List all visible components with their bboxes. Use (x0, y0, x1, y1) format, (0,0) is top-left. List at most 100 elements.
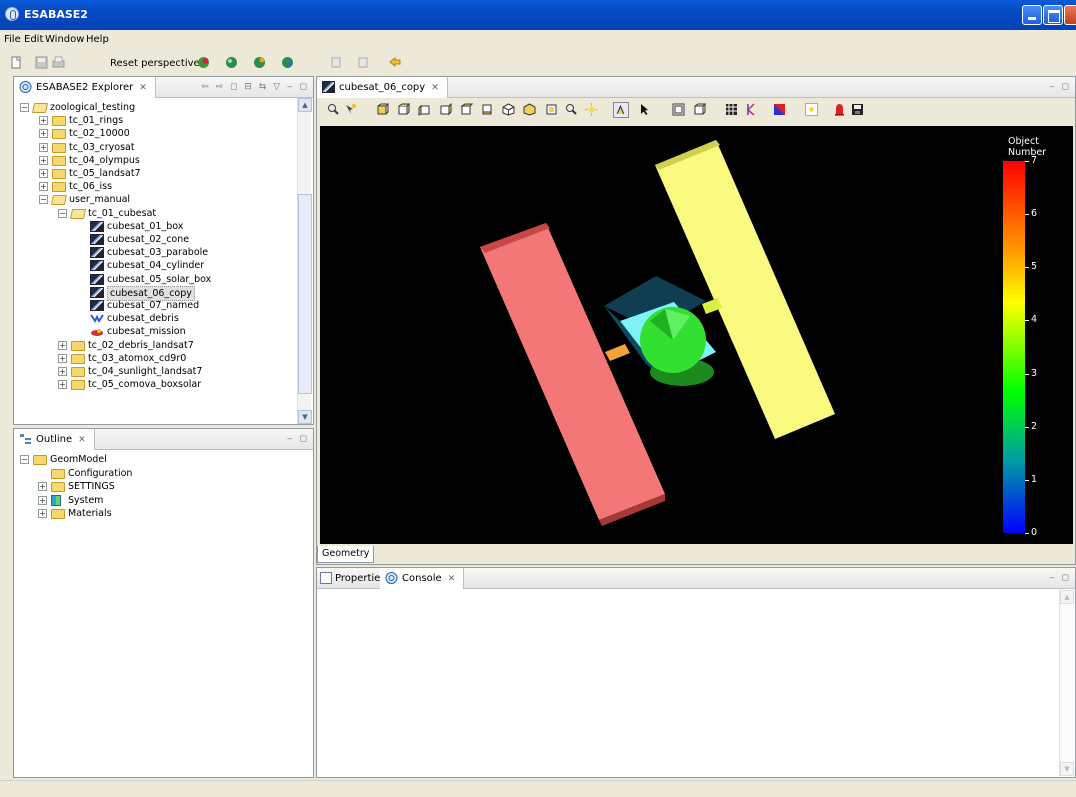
explorer-scrollbar[interactable]: ▲ ▼ (297, 98, 312, 424)
scroll-up-icon[interactable]: ▲ (1060, 590, 1074, 604)
tree-item[interactable]: + tc_01_rings (18, 114, 288, 127)
expand-icon[interactable]: + (58, 367, 67, 376)
geometry-3d-view[interactable]: Object Number 7 6 5 4 3 2 1 0 (320, 126, 1073, 544)
expand-icon[interactable]: + (39, 182, 48, 192)
tree-item[interactable]: + tc_05_comova_boxsolar (18, 378, 288, 391)
menu-window[interactable]: Window (45, 34, 84, 45)
close-tab-icon[interactable]: ✕ (448, 574, 456, 584)
collapse-icon[interactable]: − (39, 195, 48, 205)
view-left-icon[interactable] (418, 103, 431, 116)
back-arrow-icon[interactable] (388, 56, 401, 69)
tab-console[interactable]: Console ✕ (380, 568, 465, 589)
console-view-controls[interactable]: ‒ ◻ (1049, 573, 1071, 583)
wireframe-icon[interactable] (672, 103, 685, 116)
tab-cubesat-06-copy[interactable]: cubesat_06_copy ✕ (317, 77, 448, 98)
tree-item[interactable]: − tc_01_cubesat (18, 207, 288, 220)
expand-icon[interactable]: + (39, 155, 48, 165)
tree-item[interactable]: + tc_02_10000 (18, 127, 288, 140)
tab-esabase2-explorer[interactable]: ESABASE2 Explorer ✕ (14, 77, 156, 98)
expand-icon[interactable]: + (38, 495, 47, 505)
expand-icon[interactable]: + (39, 116, 48, 126)
tree-item[interactable]: + tc_02_debris_landsat7 (18, 339, 288, 352)
save-icon[interactable] (35, 56, 48, 69)
close-button[interactable] (1064, 5, 1076, 25)
tree-item[interactable]: Configuration (18, 467, 288, 480)
run-orange-icon[interactable] (253, 56, 266, 69)
tree-item[interactable]: + System (18, 494, 288, 507)
tree-item[interactable]: − user_manual (18, 193, 288, 206)
collapse-icon[interactable]: − (20, 103, 29, 112)
view-iso-icon[interactable] (502, 103, 515, 116)
view-iso2-icon[interactable] (523, 103, 536, 116)
select-arrow-icon[interactable] (638, 103, 651, 116)
tree-item[interactable]: − zoological_testing (18, 101, 288, 114)
view-bottom-icon[interactable] (481, 103, 494, 116)
outline-view-controls[interactable]: ‒ ◻ (287, 434, 309, 444)
solid-icon[interactable] (693, 103, 706, 116)
tab-geometry[interactable]: Geometry (317, 546, 375, 563)
save-image-icon[interactable] (851, 103, 864, 116)
expand-icon[interactable]: + (58, 340, 67, 350)
next-annotation-icon[interactable] (330, 56, 343, 69)
axis-icon[interactable] (745, 103, 758, 116)
run-icon[interactable] (197, 56, 210, 69)
menu-edit[interactable]: Edit (24, 34, 43, 45)
tree-item[interactable]: cubesat_debris (18, 312, 288, 325)
expand-icon[interactable]: + (39, 129, 48, 139)
tree-item[interactable]: cubesat_05_solar_box (18, 273, 288, 286)
prev-annotation-icon[interactable] (357, 56, 370, 69)
new-file-icon[interactable] (10, 56, 23, 69)
tree-item[interactable]: cubesat_mission (18, 325, 288, 338)
rotate-mode-icon[interactable] (613, 102, 629, 118)
scroll-down-icon[interactable]: ▼ (298, 410, 312, 424)
reset-perspective-button[interactable]: Reset perspective (110, 58, 200, 69)
close-tab-icon[interactable]: ✕ (431, 83, 439, 93)
close-tab-icon[interactable]: ✕ (139, 83, 147, 93)
print-icon[interactable] (52, 56, 65, 69)
sun-icon[interactable] (805, 103, 818, 116)
expand-icon[interactable]: + (38, 482, 47, 491)
light-icon[interactable] (585, 103, 598, 116)
tree-item[interactable]: cubesat_07_named (18, 299, 288, 312)
explorer-view-controls[interactable]: ⇦ ⇨ ◻ ⊟ ⇆ ▽ ‒ ◻ (201, 82, 309, 92)
expand-icon[interactable]: + (38, 509, 47, 518)
tree-item[interactable]: cubesat_01_box (18, 220, 288, 233)
tree-item[interactable]: + tc_03_atomox_cd9r0 (18, 352, 288, 365)
close-tab-icon[interactable]: ✕ (78, 435, 86, 445)
minimize-button[interactable] (1022, 5, 1042, 25)
pick-icon[interactable] (344, 103, 357, 116)
mesh-icon[interactable] (725, 103, 738, 116)
menu-file[interactable]: File (4, 34, 21, 45)
view-front-icon[interactable] (376, 103, 389, 116)
zoom-region-icon[interactable] (565, 103, 578, 116)
view-top-icon[interactable] (460, 103, 473, 116)
color-map-icon[interactable] (773, 103, 786, 116)
tree-item[interactable]: cubesat_02_cone (18, 233, 288, 246)
tree-item[interactable]: cubesat_04_cylinder (18, 259, 288, 272)
expand-icon[interactable]: + (58, 353, 67, 363)
tree-item[interactable]: cubesat_03_parabole (18, 246, 288, 259)
collapse-icon[interactable]: − (58, 208, 67, 218)
menu-help[interactable]: Help (86, 34, 109, 45)
scroll-thumb[interactable] (298, 194, 312, 394)
tree-item[interactable]: + Materials (18, 507, 288, 520)
expand-icon[interactable]: + (58, 380, 67, 390)
run-green-icon[interactable] (225, 56, 238, 69)
tree-item[interactable]: − GeomModel (18, 453, 288, 466)
collapse-icon[interactable]: − (20, 455, 29, 464)
console-scrollbar[interactable]: ▲ ▼ (1059, 590, 1074, 776)
tab-outline[interactable]: Outline ✕ (14, 429, 95, 450)
tree-item[interactable]: + tc_05_landsat7 (18, 167, 288, 180)
expand-icon[interactable]: + (39, 169, 48, 178)
editor-view-controls[interactable]: ‒ ◻ (1049, 82, 1071, 92)
zoom-icon[interactable] (327, 103, 340, 116)
scroll-up-icon[interactable]: ▲ (298, 98, 312, 112)
maximize-button[interactable] (1043, 5, 1063, 25)
tree-item[interactable]: cubesat_06_copy (18, 285, 288, 301)
scroll-down-icon[interactable]: ▼ (1060, 762, 1074, 776)
view-right-icon[interactable] (439, 103, 452, 116)
fit-view-icon[interactable] (545, 103, 558, 116)
run-blue-icon[interactable] (281, 56, 294, 69)
tree-item[interactable]: + tc_03_cryosat (18, 141, 288, 154)
tree-item[interactable]: + tc_04_sunlight_landsat7 (18, 365, 288, 378)
